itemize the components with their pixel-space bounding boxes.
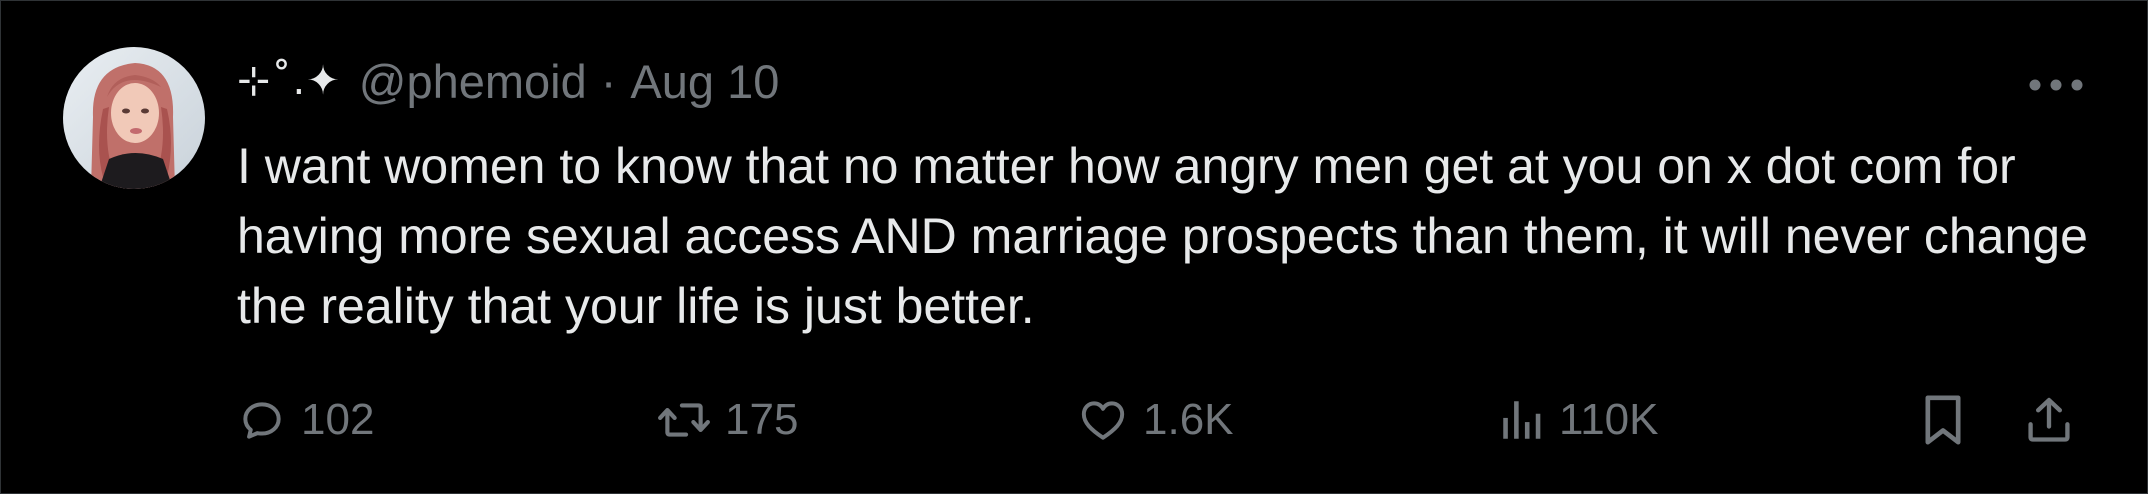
tweet-card[interactable]: ⊹˚.✦ @phemoid · Aug 10 I want women to k… [0, 0, 2148, 494]
heart-icon [1081, 401, 1125, 440]
bookmark-icon [1925, 395, 1961, 445]
retweet-icon [658, 403, 710, 437]
avatar-photo [63, 47, 205, 189]
reply-count: 102 [301, 395, 375, 444]
separator-dot: · [600, 54, 617, 108]
views-count: 110K [1559, 395, 1659, 444]
user-handle[interactable]: @phemoid [359, 54, 587, 109]
display-name[interactable]: ⊹˚.✦ [237, 58, 341, 104]
avatar[interactable] [63, 47, 205, 189]
tweet-date[interactable]: Aug 10 [630, 54, 779, 109]
reply-icon [243, 402, 281, 439]
reply-button[interactable]: 102 [237, 385, 374, 455]
tweet-header: ⊹˚.✦ @phemoid · Aug 10 [237, 51, 779, 111]
retweet-count: 175 [725, 395, 799, 444]
views-icon [1503, 401, 1541, 439]
like-count: 1.6K [1143, 395, 1234, 444]
more-options-button[interactable] [2021, 65, 2091, 105]
share-icon [2028, 397, 2070, 442]
like-button[interactable]: 1.6K [1077, 385, 1234, 455]
tweet-actions: 102 175 1.6K 110K [237, 385, 2097, 455]
retweet-button[interactable]: 175 [657, 385, 798, 455]
share-button[interactable] [2023, 385, 2075, 455]
more-horizontal-icon [2029, 79, 2083, 91]
tweet-text: I want women to know that no matter how … [237, 138, 2088, 334]
views-button[interactable]: 110K [1499, 385, 1659, 455]
bookmark-button[interactable] [1919, 385, 1967, 455]
